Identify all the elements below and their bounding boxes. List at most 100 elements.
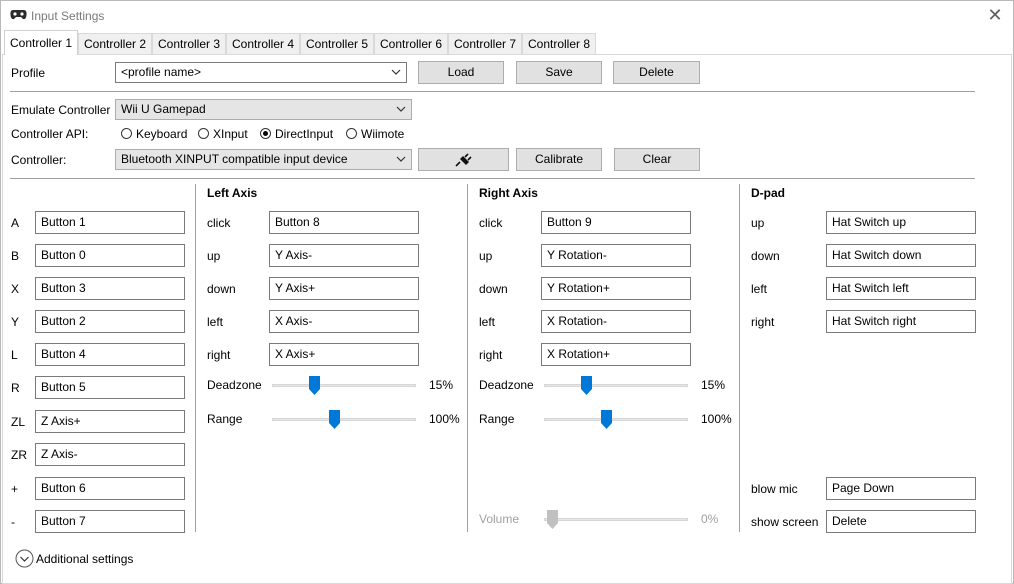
dpad-up-field[interactable]: Hat Switch up <box>826 211 976 234</box>
mapping-label: + <box>11 482 19 496</box>
radio-xinput[interactable] <box>198 128 209 139</box>
tab-controller-2[interactable]: Controller 2 <box>78 33 152 55</box>
calibrate-button[interactable]: Calibrate <box>516 148 602 171</box>
dpad-right-field[interactable]: Hat Switch right <box>826 310 976 333</box>
radio-wiimote[interactable] <box>346 128 357 139</box>
controller-label: Controller: <box>11 153 67 167</box>
plug-icon <box>455 153 472 167</box>
mapping-label: Y <box>11 315 20 329</box>
deadzone-value: 15% <box>429 378 454 392</box>
mapping-field-a[interactable]: Button 1 <box>35 211 185 234</box>
left-range-slider[interactable] <box>272 418 416 421</box>
connect-button[interactable] <box>418 148 509 171</box>
expand-button[interactable] <box>15 549 34 568</box>
show-screen-field[interactable]: Delete <box>826 510 976 533</box>
left-axis-click-field[interactable]: Button 8 <box>269 211 419 234</box>
slider-thumb[interactable] <box>581 376 592 395</box>
volume-value: 0% <box>701 512 719 526</box>
slider-thumb[interactable] <box>329 410 340 429</box>
right-axis-title: Right Axis <box>479 186 538 200</box>
profile-value: <profile name> <box>121 65 202 79</box>
mapping-field-zl[interactable]: Z Axis+ <box>35 410 185 433</box>
radio-directinput[interactable] <box>260 128 271 139</box>
mapping-field-y[interactable]: Button 2 <box>35 310 185 333</box>
delete-button[interactable]: Delete <box>613 61 700 84</box>
additional-settings-label[interactable]: Additional settings <box>36 552 133 566</box>
tab-controller-7[interactable]: Controller 7 <box>448 33 522 55</box>
load-button[interactable]: Load <box>418 61 504 84</box>
tab-controller-1[interactable]: Controller 1 <box>4 30 78 55</box>
mapping-label: X <box>11 282 20 296</box>
mapping-label: left <box>479 315 496 329</box>
mapping-label: down <box>207 282 236 296</box>
left-axis-down-field[interactable]: Y Axis+ <box>269 277 419 300</box>
chevron-down-circle-icon <box>15 549 34 568</box>
blow-mic-field[interactable]: Page Down <box>826 477 976 500</box>
chevron-down-icon <box>396 106 406 112</box>
mapping-field-b[interactable]: Button 0 <box>35 244 185 267</box>
left-axis-right-field[interactable]: X Axis+ <box>269 343 419 366</box>
mapping-field-x[interactable]: Button 3 <box>35 277 185 300</box>
right-axis-down-field[interactable]: Y Rotation+ <box>541 277 691 300</box>
left-deadzone-slider[interactable] <box>272 384 416 387</box>
dpad-left-field[interactable]: Hat Switch left <box>826 277 976 300</box>
mapping-field-l[interactable]: Button 4 <box>35 343 185 366</box>
slider-thumb[interactable] <box>601 410 612 429</box>
mapping-label: up <box>479 249 493 263</box>
mapping-label: down <box>479 282 508 296</box>
radio-wiimote-label: Wiimote <box>361 127 405 141</box>
mapping-label: A <box>11 216 20 230</box>
volume-label: Volume <box>479 512 520 526</box>
chevron-down-icon <box>396 156 406 162</box>
radio-directinput-label: DirectInput <box>275 127 334 141</box>
mapping-label: right <box>479 348 503 362</box>
mapping-label: blow mic <box>751 482 798 496</box>
controller-value: Bluetooth XINPUT compatible input device <box>121 152 348 166</box>
right-axis-click-field[interactable]: Button 9 <box>541 211 691 234</box>
range-label: Range <box>207 412 243 426</box>
profile-combobox[interactable]: <profile name> <box>115 62 407 83</box>
dpad-title: D-pad <box>751 186 785 200</box>
save-button[interactable]: Save <box>516 61 602 84</box>
tab-controller-8[interactable]: Controller 8 <box>522 33 596 55</box>
tab-controller-3[interactable]: Controller 3 <box>152 33 226 55</box>
mapping-field-zr[interactable]: Z Axis- <box>35 443 185 466</box>
right-deadzone-slider[interactable] <box>544 384 688 387</box>
deadzone-label: Deadzone <box>207 378 262 392</box>
mapping-label: R <box>11 381 20 395</box>
window-title: Input Settings <box>31 9 105 23</box>
mapping-field-r[interactable]: Button 5 <box>35 376 185 399</box>
left-axis-left-field[interactable]: X Axis- <box>269 310 419 333</box>
left-axis-title: Left Axis <box>207 186 258 200</box>
mapping-label: L <box>11 348 18 362</box>
mapping-label: up <box>751 216 765 230</box>
controller-api-label: Controller API: <box>11 127 89 141</box>
mapping-field-plus[interactable]: Button 6 <box>35 477 185 500</box>
mapping-label: click <box>479 216 503 230</box>
range-value: 100% <box>429 412 460 426</box>
dpad-down-field[interactable]: Hat Switch down <box>826 244 976 267</box>
controller-combobox[interactable]: Bluetooth XINPUT compatible input device <box>115 149 412 170</box>
profile-label: Profile <box>11 66 46 80</box>
volume-slider <box>544 518 688 521</box>
mapping-label: ZR <box>11 448 27 462</box>
tab-controller-4[interactable]: Controller 4 <box>226 33 300 55</box>
clear-button[interactable]: Clear <box>614 148 700 171</box>
mapping-field-minus[interactable]: Button 7 <box>35 510 185 533</box>
left-axis-up-field[interactable]: Y Axis- <box>269 244 419 267</box>
right-axis-right-field[interactable]: X Rotation+ <box>541 343 691 366</box>
close-icon[interactable]: ✕ <box>986 6 1004 24</box>
radio-keyboard[interactable] <box>121 128 132 139</box>
right-range-slider[interactable] <box>544 418 688 421</box>
right-axis-up-field[interactable]: Y Rotation- <box>541 244 691 267</box>
emulate-controller-label: Emulate Controller <box>11 103 111 117</box>
mapping-label: down <box>751 249 780 263</box>
slider-thumb[interactable] <box>309 376 320 395</box>
right-axis-left-field[interactable]: X Rotation- <box>541 310 691 333</box>
column-separator <box>739 184 740 532</box>
emulate-controller-combobox[interactable]: Wii U Gamepad <box>115 99 412 120</box>
gamepad-icon <box>10 10 27 20</box>
tab-controller-5[interactable]: Controller 5 <box>300 33 374 55</box>
deadzone-label: Deadzone <box>479 378 534 392</box>
tab-controller-6[interactable]: Controller 6 <box>374 33 448 55</box>
